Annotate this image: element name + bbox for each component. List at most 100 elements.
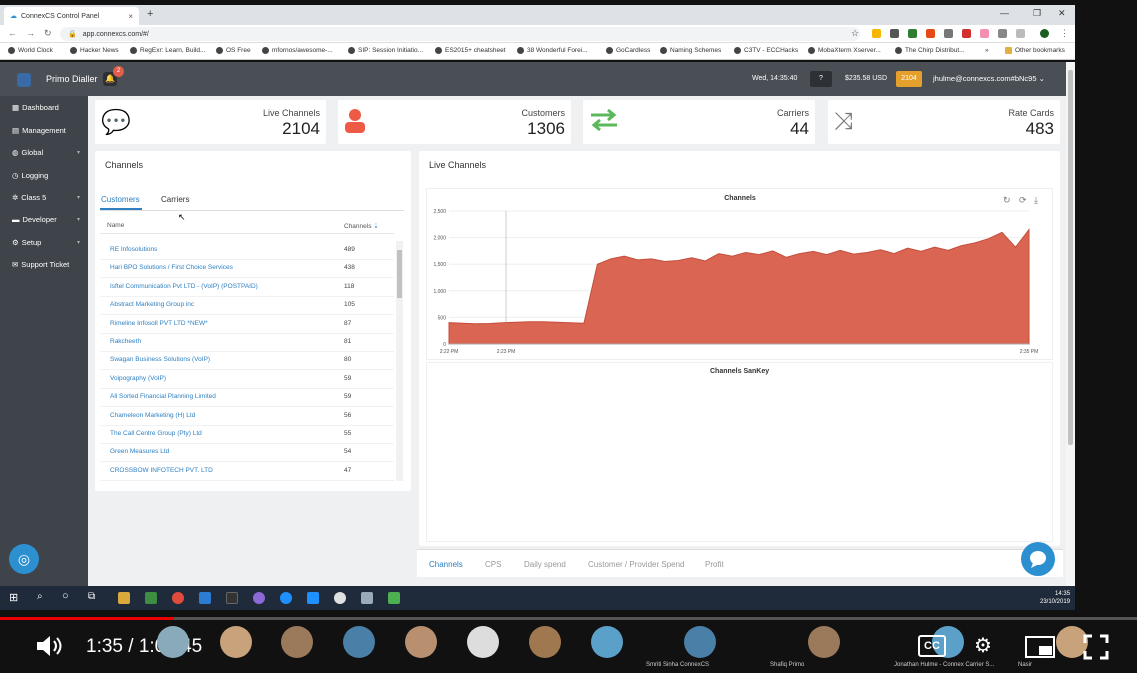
customer-link[interactable]: Rimeline Infosoll PVT LTD *NEW* (110, 320, 208, 327)
customer-link[interactable]: Voipography (VoIP) (110, 375, 166, 382)
extension-icon[interactable] (890, 29, 899, 38)
back-icon[interactable]: ← (8, 28, 17, 38)
column-header-name[interactable]: Name (107, 222, 124, 229)
tab-customers[interactable]: Customers (101, 195, 140, 204)
new-tab-button[interactable]: + (147, 8, 153, 20)
customer-link[interactable]: Isftel Communication Pvt LTD - (VoIP) (P… (110, 283, 258, 290)
customer-link[interactable]: CROSSBOW INFOTECH PVT. LTD (110, 467, 213, 474)
sidebar-item-management[interactable]: ▤ Management (12, 126, 80, 135)
help-button[interactable]: ? (810, 71, 832, 87)
stat-card-carriers[interactable]: Carriers 44 (583, 100, 815, 144)
system-clock[interactable]: 14:35 23/10/2019 (1040, 590, 1070, 606)
stat-card-live-channels[interactable]: 💬 Live Channels 2104 (95, 100, 326, 144)
tab-customer-provider-spend[interactable]: Customer / Provider Spend (588, 560, 685, 569)
bookmark-item[interactable]: Naming Schemes (660, 47, 721, 54)
app-icon[interactable] (199, 592, 211, 604)
bookmark-item[interactable]: 38 Wonderful Forei... (517, 47, 588, 54)
closed-captions-button[interactable]: CC (918, 635, 946, 657)
maximize-button[interactable]: ❐ (1033, 8, 1041, 19)
user-menu[interactable]: jhulme@connexcs.com#bNc95 ⌄ (933, 74, 1045, 83)
task-view-icon[interactable]: ⧉ (88, 591, 95, 602)
profile-avatar-icon[interactable] (1040, 29, 1049, 38)
extension-icon[interactable] (908, 29, 917, 38)
extension-icon[interactable] (998, 29, 1007, 38)
skype-icon[interactable] (280, 592, 292, 604)
stat-card-rate-cards[interactable]: ⤨ Rate Cards 483 (828, 100, 1060, 144)
other-bookmarks[interactable]: Other bookmarks (1005, 47, 1065, 54)
volume-icon[interactable] (36, 634, 66, 658)
app-icon[interactable] (334, 592, 346, 604)
bookmark-item[interactable]: World Clock (8, 47, 53, 54)
refresh-icon[interactable]: ↻ (1003, 195, 1011, 206)
file-explorer-icon[interactable] (118, 592, 130, 604)
notepad-icon[interactable] (145, 592, 157, 604)
windows-start-icon[interactable]: ⊞ (9, 591, 18, 604)
tab-cps[interactable]: CPS (485, 560, 501, 569)
tab-daily-spend[interactable]: Daily spend (524, 560, 566, 569)
customer-link[interactable]: The Call Centre Group (Pty) Ltd (110, 430, 202, 437)
chrome-icon[interactable] (172, 592, 184, 604)
fullscreen-icon[interactable] (1083, 634, 1109, 660)
sidebar-item-class5[interactable]: ✲ Class 5 ▾ (12, 193, 80, 202)
extension-icon[interactable] (980, 29, 989, 38)
browser-tab[interactable]: ☁ ConnexCS Control Panel × (4, 7, 139, 25)
cortana-icon[interactable]: ○ (62, 590, 69, 602)
customer-link[interactable]: Green Measures Ltd (110, 448, 169, 455)
settings-gear-icon[interactable]: ⚙ (974, 633, 992, 658)
bookmark-item[interactable]: GoCardless (606, 47, 650, 54)
chat-widget-button[interactable] (1021, 542, 1055, 576)
sidebar-item-setup[interactable]: ⚙ Setup ▾ (12, 238, 80, 247)
terminal-icon[interactable] (226, 592, 238, 604)
search-icon[interactable]: ⌕ (37, 591, 43, 602)
extension-icon[interactable] (926, 29, 935, 38)
bookmark-item[interactable]: RegExr: Learn, Build... (130, 47, 205, 54)
page-scrollbar-thumb[interactable] (1068, 70, 1073, 445)
sidebar-item-support-ticket[interactable]: ✉ Support Ticket (12, 260, 80, 269)
column-header-channels[interactable]: Channels ⇣ (344, 222, 379, 230)
download-icon[interactable]: ⤓ (1034, 195, 1038, 206)
app-icon[interactable] (361, 592, 373, 604)
customer-link[interactable]: Rakcheeth (110, 338, 141, 345)
app-icon[interactable] (388, 592, 400, 604)
app-icon[interactable] (307, 592, 319, 604)
reset-zoom-icon[interactable]: ⟳ (1019, 195, 1027, 206)
help-lifebuoy-button[interactable]: ◎ (9, 544, 39, 574)
app-icon[interactable] (253, 592, 265, 604)
bookmark-item[interactable]: Hacker News (70, 47, 119, 54)
tab-carriers[interactable]: Carriers (161, 195, 189, 204)
url-field[interactable]: 🔒 app.connexcs.com/#/ (60, 27, 860, 41)
extension-icon[interactable] (872, 29, 881, 38)
list-scrollbar-thumb[interactable] (397, 250, 402, 298)
miniplayer-icon[interactable] (1025, 636, 1055, 658)
stat-card-customers[interactable]: Customers 1306 (338, 100, 571, 144)
extension-icon[interactable] (944, 29, 953, 38)
customer-link[interactable]: Abstract Marketing Group inc (110, 301, 194, 308)
tab-close-icon[interactable]: × (128, 12, 133, 21)
star-icon[interactable]: ☆ (851, 28, 859, 39)
reload-icon[interactable]: ↻ (44, 28, 52, 39)
customer-link[interactable]: Swagan Business Solutions (VoIP) (110, 356, 210, 363)
app-logo[interactable] (17, 73, 31, 87)
bookmark-item[interactable]: OS Free (216, 47, 251, 54)
sidebar-item-developer[interactable]: ▬ Developer ▾ (12, 215, 80, 224)
extension-icon[interactable] (1016, 29, 1025, 38)
sidebar-item-logging[interactable]: ◷ Logging (12, 171, 80, 180)
customer-link[interactable]: Hari BPO Solutions / First Choice Servic… (110, 264, 233, 271)
sidebar-item-dashboard[interactable]: ▦ Dashboard (12, 103, 80, 112)
bookmark-item[interactable]: MobaXterm Xserver... (808, 47, 881, 54)
minimize-button[interactable]: — (1000, 8, 1009, 18)
sidebar-item-global[interactable]: ◍ Global ▾ (12, 148, 80, 157)
customer-link[interactable]: Chameleon Marketing (H) Ltd (110, 412, 195, 419)
tab-channels[interactable]: Channels (429, 560, 463, 569)
extension-icon[interactable] (962, 29, 971, 38)
bookmark-item[interactable]: ES2015+ cheatsheet (435, 47, 506, 54)
close-window-button[interactable]: ✕ (1058, 8, 1066, 19)
customer-link[interactable]: RE Infosolutions (110, 246, 157, 253)
bookmark-item[interactable]: C3TV - ECCHacks (734, 47, 798, 54)
customer-link[interactable]: All Sorted Financial Planning Limited (110, 393, 216, 400)
bookmarks-overflow-button[interactable]: » (985, 47, 989, 54)
bookmark-item[interactable]: The Chirp Distribut... (895, 47, 965, 54)
menu-kebab-icon[interactable]: ⋮ (1060, 28, 1069, 39)
forward-icon[interactable]: → (26, 28, 35, 38)
bookmark-item[interactable]: SIP: Session Initiatio... (348, 47, 423, 54)
